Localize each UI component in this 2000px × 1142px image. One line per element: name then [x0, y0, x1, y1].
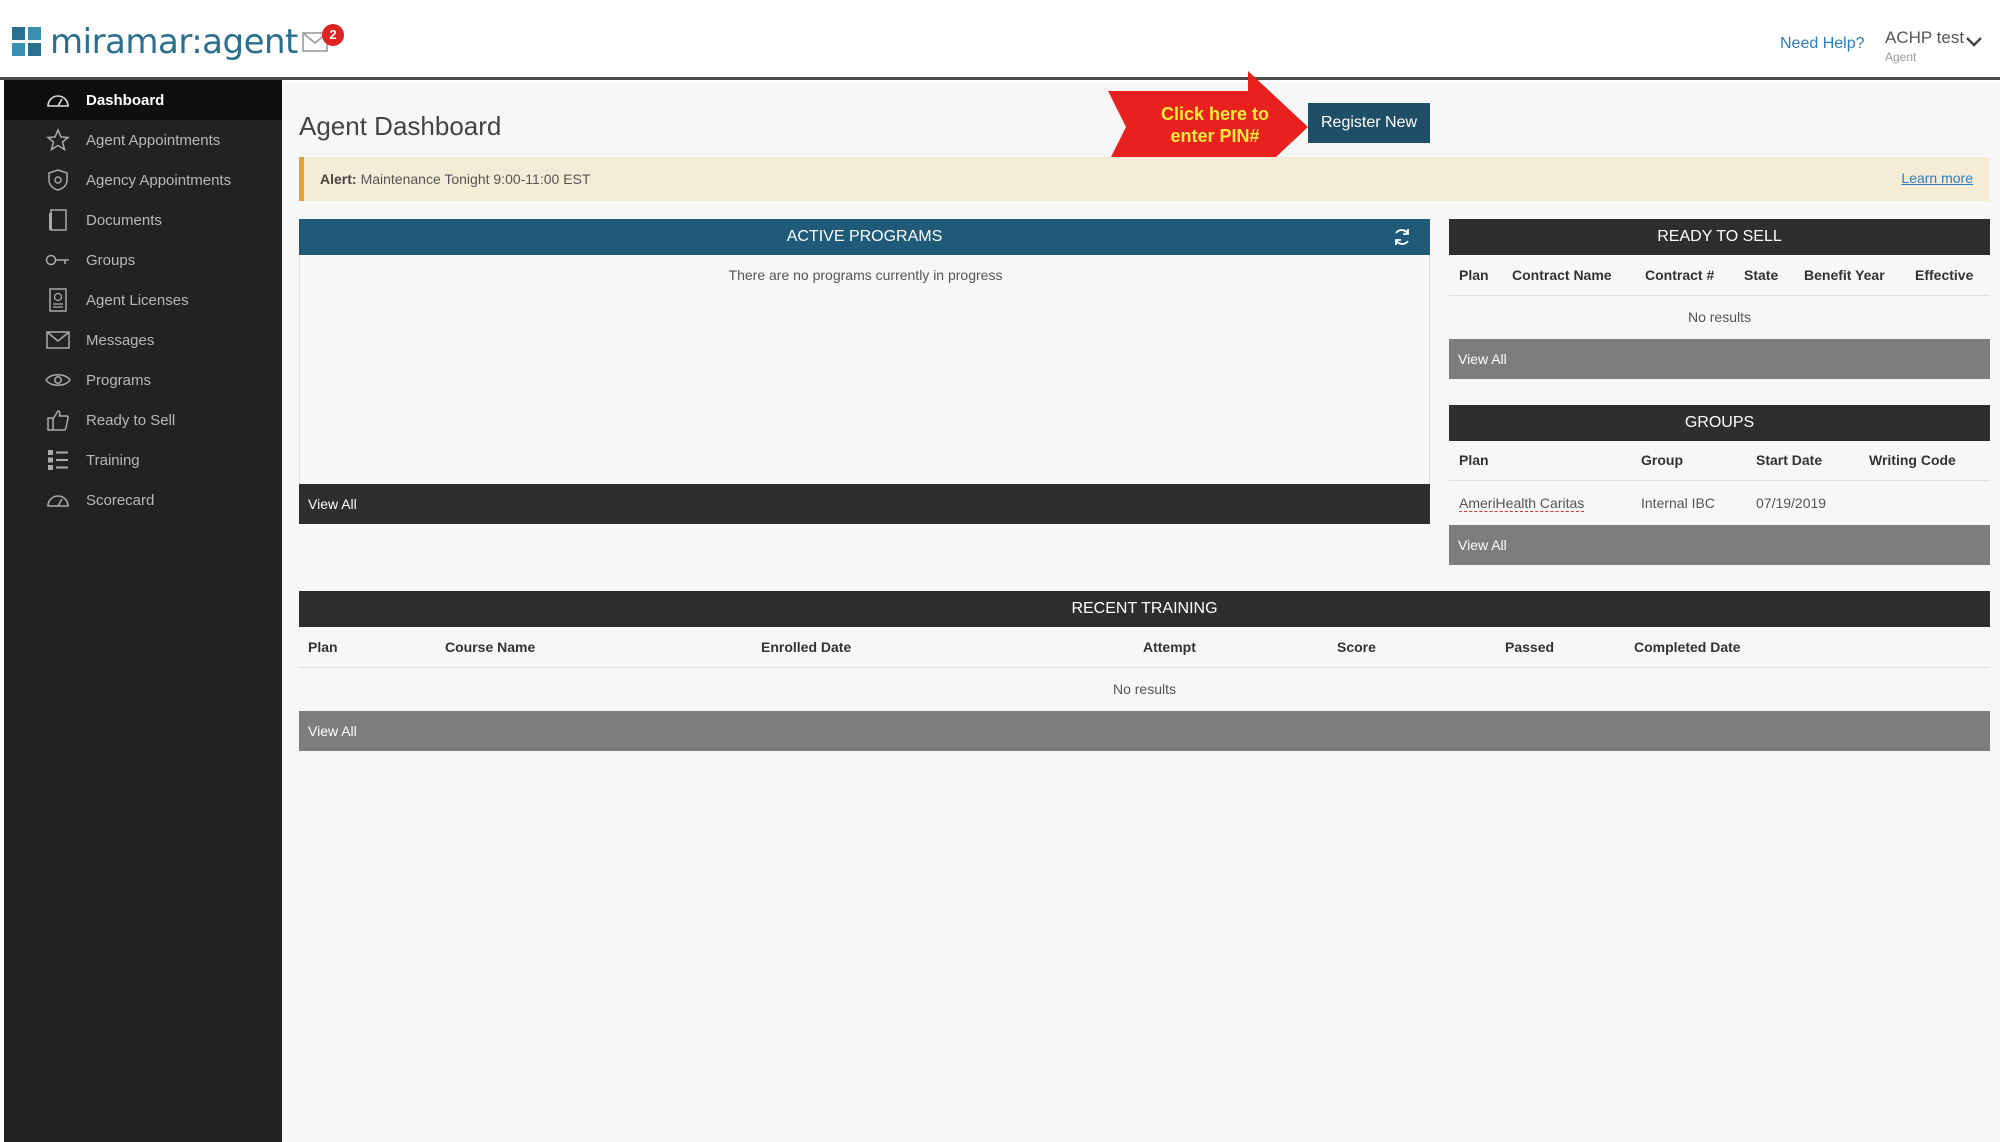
thumbs-up-icon [44, 406, 72, 434]
alert-banner: Alert: Maintenance Tonight 9:00-11:00 ES… [299, 157, 1989, 201]
sidebar-item-label: Scorecard [86, 491, 155, 509]
groups-col-start-date[interactable]: Start Date [1756, 452, 1822, 468]
groups-row-start-date: 07/19/2019 [1756, 495, 1827, 511]
recent-training-empty: No results [1112, 681, 1177, 697]
divider [299, 667, 1990, 668]
top-bar: miramar:agent 2 Need Help? ACHP test Age… [0, 0, 2000, 80]
sidebar: Dashboard Agent Appointments Agency Appo… [4, 80, 282, 1142]
logo-text: miramar:agent [50, 22, 298, 62]
list-icon [44, 446, 72, 474]
rts-col-effective[interactable]: Effective [1915, 267, 1973, 283]
groups-col-writing-code[interactable]: Writing Code [1869, 452, 1956, 468]
rts-col-state[interactable]: State [1744, 267, 1778, 283]
sidebar-item-agent-appointments[interactable]: Agent Appointments [4, 120, 282, 160]
rts-col-benefit-year[interactable]: Benefit Year [1804, 267, 1885, 283]
groups-title: GROUPS [1684, 414, 1755, 431]
recent-training-header: RECENT TRAINING [299, 591, 1990, 627]
user-name: ACHP test [1885, 28, 1965, 47]
rt-col-passed[interactable]: Passed [1505, 639, 1554, 655]
ready-to-sell-header: READY TO SELL [1449, 219, 1990, 255]
callout-line-2: enter PIN# [1170, 126, 1260, 146]
recent-training-title: RECENT TRAINING [1071, 600, 1218, 617]
user-role: Agent [1885, 50, 1917, 64]
messages-button[interactable]: 2 [302, 24, 344, 56]
rt-col-plan[interactable]: Plan [308, 639, 338, 655]
ready-to-sell-empty: No results [1687, 309, 1752, 325]
sidebar-item-programs[interactable]: Programs [4, 360, 282, 400]
gauge-icon [44, 86, 72, 114]
logo-brand: miramar [50, 22, 192, 62]
active-programs-title: ACTIVE PROGRAMS [786, 228, 943, 245]
rt-col-attempt[interactable]: Attempt [1143, 639, 1196, 655]
active-programs-view-all[interactable]: View All [299, 484, 1430, 524]
groups-row-plan-link[interactable]: AmeriHealth Caritas [1459, 495, 1585, 512]
sidebar-item-scorecard[interactable]: Scorecard [4, 480, 282, 520]
active-programs-empty: There are no programs currently in progr… [728, 267, 1003, 283]
divider [1449, 480, 1990, 481]
alert-message: Maintenance Tonight 9:00-11:00 EST [360, 171, 591, 187]
sidebar-item-agent-licenses[interactable]: Agent Licenses [4, 280, 282, 320]
ready-to-sell-title: READY TO SELL [1657, 228, 1782, 245]
sidebar-item-messages[interactable]: Messages [4, 320, 282, 360]
sidebar-item-label: Dashboard [86, 91, 165, 109]
groups-row-group: Internal IBC [1641, 495, 1715, 511]
main-content: Agent Dashboard Click here to enter PIN#… [282, 71, 2000, 1142]
groups-view-all[interactable]: View All [1449, 525, 1990, 565]
unread-count-badge: 2 [322, 24, 344, 46]
app-logo[interactable]: miramar:agent [12, 22, 298, 62]
ready-to-sell-view-all[interactable]: View All [1449, 339, 1990, 379]
recent-training-view-all[interactable]: View All [299, 711, 1990, 751]
user-menu[interactable]: ACHP test Agent [1885, 28, 1964, 64]
sidebar-item-groups[interactable]: Groups [4, 240, 282, 280]
rts-col-contract-number[interactable]: Contract # [1645, 267, 1714, 283]
page-title: Agent Dashboard [299, 111, 502, 141]
active-programs-header: ACTIVE PROGRAMS [299, 219, 1430, 255]
sidebar-item-label: Agent Appointments [86, 131, 221, 149]
groups-col-group[interactable]: Group [1641, 452, 1683, 468]
sidebar-item-documents[interactable]: Documents [4, 200, 282, 240]
gauge-icon [44, 486, 72, 514]
sidebar-item-label: Agency Appointments [86, 171, 232, 189]
active-programs-body: There are no programs currently in progr… [299, 255, 1430, 484]
logo-suffix: :agent [191, 22, 298, 62]
document-icon [44, 206, 72, 234]
sidebar-item-label: Groups [86, 251, 136, 269]
key-icon [44, 246, 72, 274]
license-icon [44, 286, 72, 314]
chevron-down-icon[interactable] [1965, 36, 1983, 48]
rts-col-plan[interactable]: Plan [1459, 267, 1489, 283]
refresh-icon[interactable] [1392, 227, 1412, 247]
groups-col-plan[interactable]: Plan [1459, 452, 1489, 468]
alert-label: Alert: [320, 171, 357, 187]
logo-mark-icon [12, 27, 42, 57]
sidebar-item-agency-appointments[interactable]: Agency Appointments [4, 160, 282, 200]
callout-line-1: Click here to [1160, 104, 1270, 124]
sidebar-item-label: Agent Licenses [86, 291, 189, 309]
envelope-icon [44, 326, 72, 354]
eye-icon [44, 366, 72, 394]
rt-col-course-name[interactable]: Course Name [445, 639, 535, 655]
rt-col-enrolled-date[interactable]: Enrolled Date [761, 639, 851, 655]
need-help-link[interactable]: Need Help? [1780, 35, 1865, 53]
groups-header: GROUPS [1449, 405, 1990, 441]
sidebar-item-label: Documents [86, 211, 162, 229]
rt-col-completed-date[interactable]: Completed Date [1634, 639, 1741, 655]
learn-more-link[interactable]: Learn more [1901, 170, 1973, 186]
sidebar-item-label: Programs [86, 371, 152, 389]
sidebar-item-training[interactable]: Training [4, 440, 282, 480]
rt-col-score[interactable]: Score [1337, 639, 1376, 655]
rts-col-contract-name[interactable]: Contract Name [1512, 267, 1612, 283]
sidebar-item-dashboard[interactable]: Dashboard [4, 80, 282, 120]
shield-icon [44, 166, 72, 194]
sidebar-item-label: Messages [86, 331, 155, 349]
sidebar-item-label: Ready to Sell [86, 411, 176, 429]
star-icon [44, 126, 72, 154]
sidebar-item-ready-to-sell[interactable]: Ready to Sell [4, 400, 282, 440]
sidebar-item-label: Training [86, 451, 140, 469]
register-new-button[interactable]: Register New [1308, 103, 1430, 143]
divider [1449, 295, 1990, 296]
callout-text: Click here to enter PIN# [1125, 103, 1305, 147]
